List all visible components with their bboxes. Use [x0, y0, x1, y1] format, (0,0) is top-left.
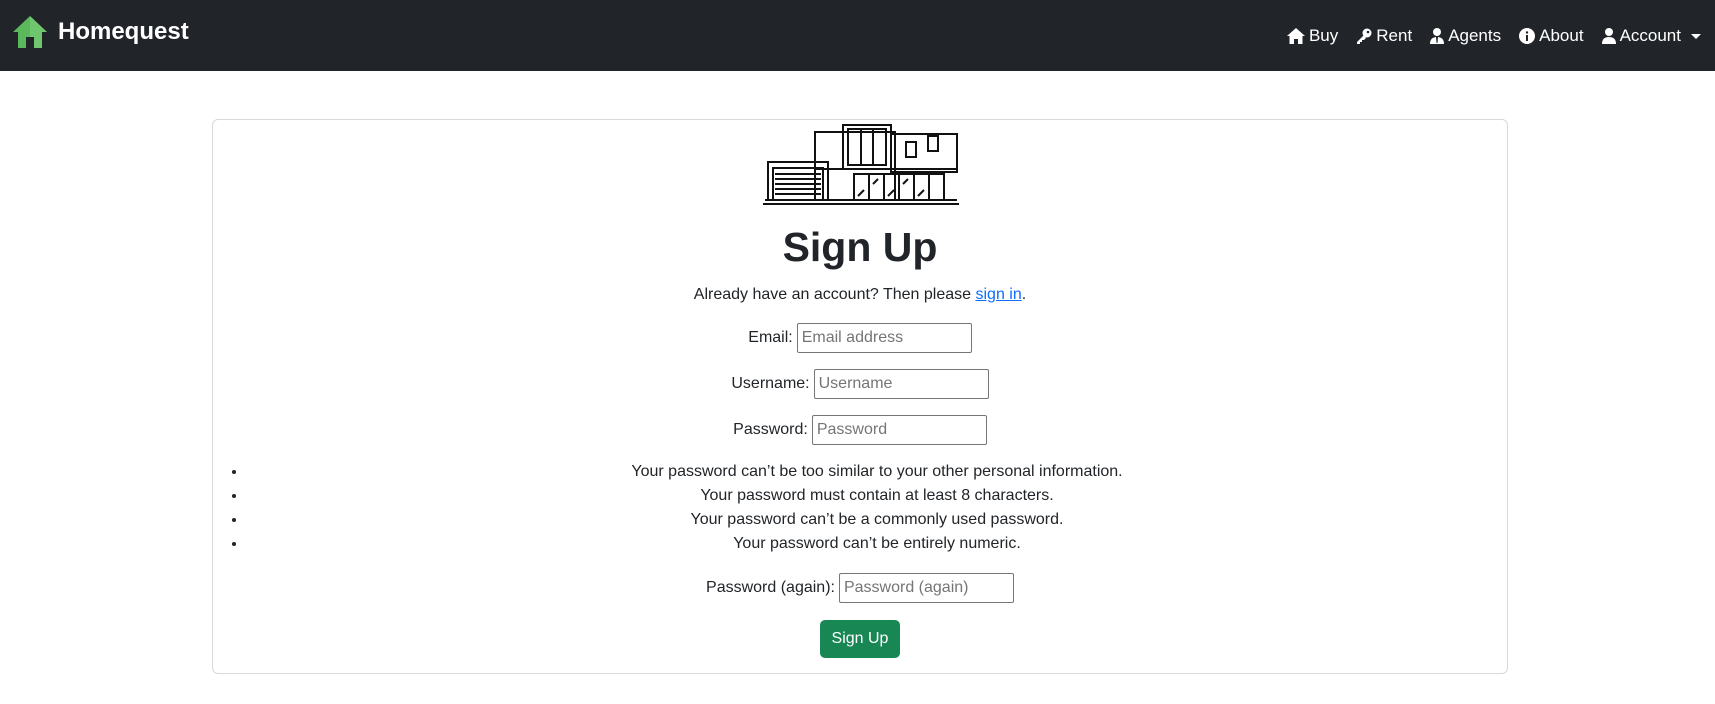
- modern-house-illustration: [763, 124, 959, 205]
- agent-icon: [1430, 27, 1445, 44]
- password-again-label: Password (again):: [706, 579, 835, 596]
- chevron-down-icon: [1691, 34, 1701, 39]
- nav-rent-label: Rent: [1376, 25, 1413, 45]
- password-help-item: Your password can’t be entirely numeric.: [247, 532, 1507, 556]
- password-label: Password:: [733, 421, 808, 438]
- password-help-item: Your password can’t be too similar to yo…: [247, 460, 1507, 484]
- username-field[interactable]: [813, 369, 989, 399]
- nav-about[interactable]: About: [1519, 25, 1584, 46]
- password-again-field[interactable]: [838, 573, 1014, 603]
- password-row: Password:: [213, 415, 1507, 445]
- nav-account-label: Account: [1619, 25, 1681, 45]
- password-help-list: Your password can’t be too similar to yo…: [213, 460, 1507, 556]
- signup-card: Sign Up Already have an account? Then pl…: [212, 119, 1508, 674]
- navbar: Homequest Buy Rent Agents About Account: [0, 0, 1715, 71]
- email-field[interactable]: [796, 323, 972, 353]
- signin-link[interactable]: sign in: [975, 286, 1021, 303]
- main-nav: Buy Rent Agents About Account: [1286, 25, 1701, 46]
- house-logo-icon: [13, 15, 47, 48]
- signup-button[interactable]: Sign Up: [820, 620, 900, 658]
- user-icon: [1601, 27, 1616, 44]
- nav-agents[interactable]: Agents: [1430, 26, 1501, 46]
- signin-suffix: .: [1021, 286, 1027, 303]
- nav-buy[interactable]: Buy: [1286, 25, 1339, 46]
- nav-buy-label: Buy: [1308, 25, 1339, 45]
- nav-agents-label: Agents: [1448, 25, 1502, 45]
- key-icon: [1357, 28, 1372, 44]
- brand-link[interactable]: Homequest: [12, 15, 189, 49]
- email-row: Email:: [213, 323, 1507, 353]
- password-again-row: Password (again):: [213, 573, 1507, 603]
- signin-prefix: Already have an account? Then please: [693, 286, 976, 303]
- signin-prompt: Already have an account? Then please sig…: [213, 286, 1507, 304]
- password-help-item: Your password must contain at least 8 ch…: [247, 484, 1507, 508]
- username-row: Username:: [213, 369, 1507, 399]
- page-title: Sign Up: [782, 224, 938, 270]
- nav-account-dropdown[interactable]: Account: [1601, 25, 1701, 46]
- info-icon: [1519, 27, 1536, 44]
- brand-name: Homequest: [58, 17, 189, 45]
- password-help-item: Your password can’t be a commonly used p…: [247, 508, 1507, 532]
- password-field[interactable]: [811, 415, 987, 445]
- username-label: Username:: [731, 375, 810, 392]
- house-icon: [1286, 27, 1305, 44]
- nav-about-label: About: [1539, 25, 1584, 45]
- nav-rent[interactable]: Rent: [1356, 26, 1412, 46]
- email-label: Email:: [748, 329, 793, 346]
